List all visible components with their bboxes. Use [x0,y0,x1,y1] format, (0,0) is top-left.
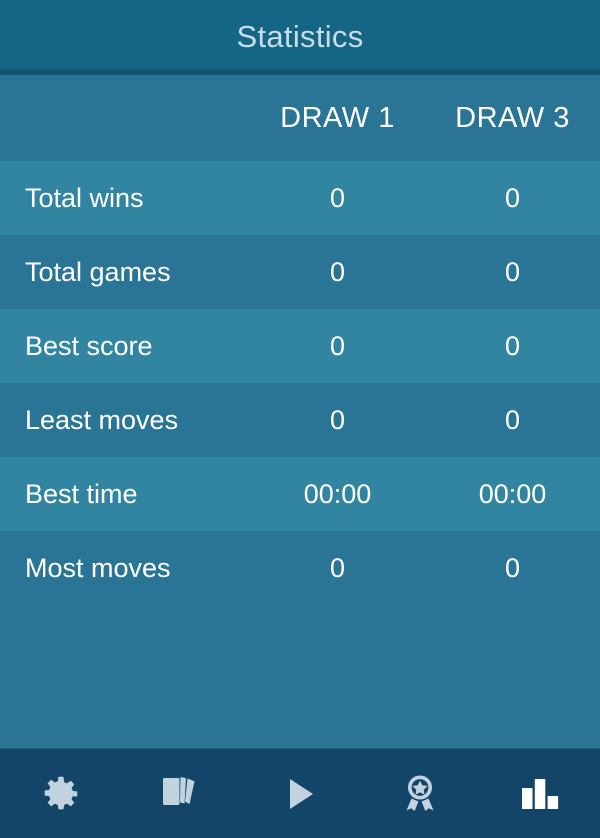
title-bar: Statistics [0,0,600,75]
row-value-draw1: 0 [329,182,346,213]
cards-icon [156,771,204,817]
row-value-draw1: 0 [329,256,346,287]
table-row: Most moves 0 0 [0,531,600,605]
row-value-draw1: 0 [329,552,346,583]
table-empty-area [0,605,600,748]
table-row: Best score 0 0 [0,309,600,383]
nav-item-decks[interactable] [130,749,230,838]
page-title: Statistics [236,18,364,54]
row-value-draw1: 0 [329,330,346,361]
gear-icon [37,771,83,817]
row-value-draw3: 0 [504,182,521,213]
nav-item-awards[interactable] [370,749,470,838]
row-label: Most moves [25,552,171,583]
statistics-table: DRAW 1 DRAW 3 Total wins 0 0 Total games… [0,75,600,748]
bottom-navigation-bar [0,748,600,838]
award-icon [397,771,443,817]
row-value-draw3: 00:00 [478,478,547,509]
statistics-screen: Statistics DRAW 1 DRAW 3 Total wins 0 0 … [0,0,600,838]
header-cell-draw3: DRAW 3 [455,101,570,134]
header-cell-draw1: DRAW 1 [280,101,395,134]
nav-item-statistics[interactable] [490,749,590,838]
row-label: Total wins [25,182,144,213]
row-label: Total games [25,256,171,287]
nav-item-settings[interactable] [10,749,110,838]
row-value-draw3: 0 [504,404,521,435]
nav-item-play[interactable] [250,749,350,838]
row-label: Least moves [25,404,179,435]
row-value-draw1: 0 [329,404,346,435]
row-value-draw3: 0 [504,330,521,361]
bar-chart-icon [517,772,563,816]
row-value-draw1: 00:00 [303,478,372,509]
play-icon [278,772,322,816]
table-row: Best time 00:00 00:00 [0,457,600,531]
row-value-draw3: 0 [504,256,521,287]
table-header-row: DRAW 1 DRAW 3 [0,75,600,161]
table-row: Total games 0 0 [0,235,600,309]
row-label: Best score [25,330,153,361]
row-label: Best time [25,478,138,509]
table-row: Total wins 0 0 [0,161,600,235]
table-row: Least moves 0 0 [0,383,600,457]
row-value-draw3: 0 [504,552,521,583]
